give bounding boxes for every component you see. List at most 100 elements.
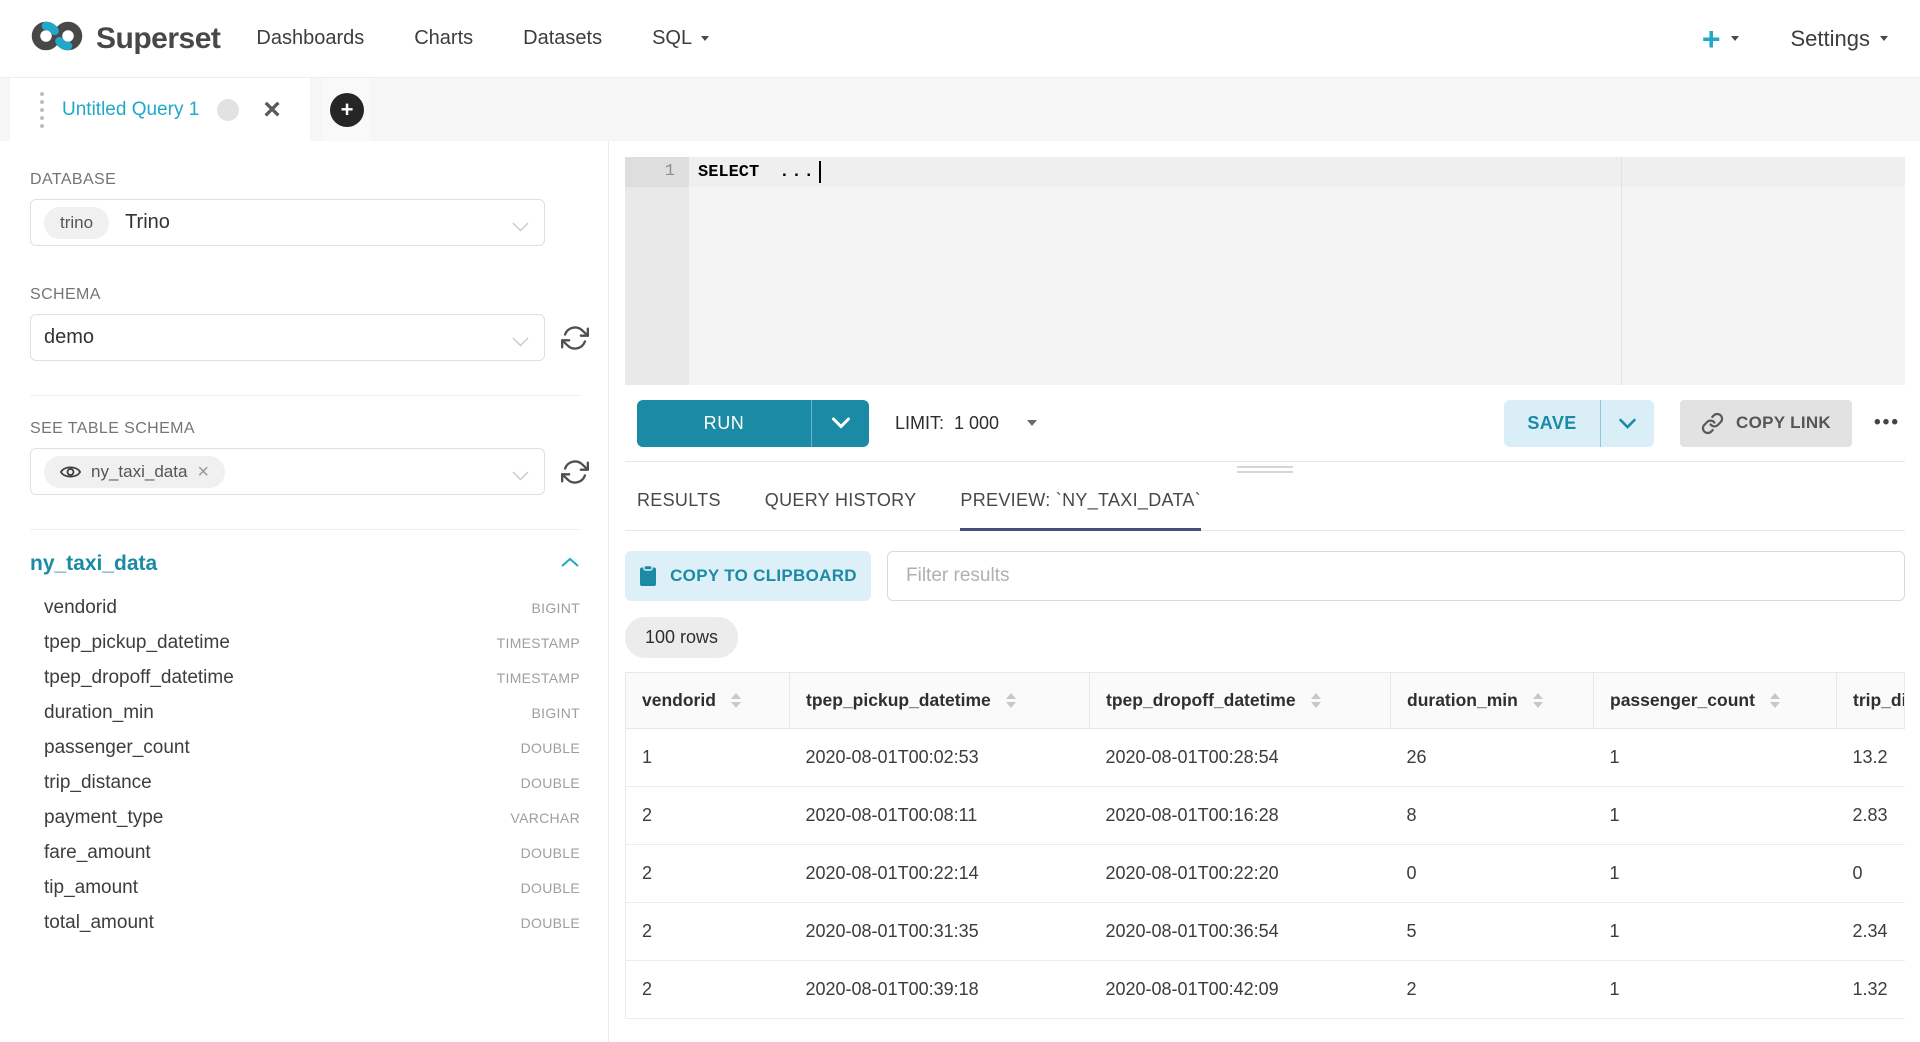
- table-select[interactable]: ny_taxi_data ×: [30, 448, 545, 495]
- column-type: DOUBLE: [521, 740, 580, 756]
- selected-table-pill: ny_taxi_data ×: [44, 456, 225, 488]
- nav-charts[interactable]: Charts: [414, 27, 473, 50]
- main-nav: Dashboards Charts Datasets SQL: [256, 27, 709, 50]
- save-button-group: SAVE: [1504, 400, 1654, 447]
- column-name: tpep_pickup_datetime: [44, 632, 230, 654]
- column-name: vendorid: [44, 597, 117, 619]
- cell: 2: [626, 845, 790, 903]
- divider: [30, 529, 580, 530]
- cell: 0: [1837, 845, 1905, 903]
- filter-results-input[interactable]: [887, 551, 1905, 601]
- schema-value: demo: [44, 326, 94, 349]
- new-item-menu[interactable]: +: [1702, 25, 1739, 53]
- cell: 2: [626, 787, 790, 845]
- sort-icon[interactable]: [1770, 693, 1780, 708]
- column-name: tip_amount: [44, 877, 138, 899]
- results-table-container[interactable]: vendorid tpep_pickup_datetime tpep_dropo…: [625, 672, 1905, 1019]
- run-button[interactable]: RUN: [637, 400, 811, 447]
- table-schema-label: SEE TABLE SCHEMA: [30, 420, 590, 438]
- table-row: 1 2020-08-01T00:02:53 2020-08-01T00:28:5…: [626, 729, 1905, 787]
- editor-code-area[interactable]: SELECT ...: [689, 157, 1905, 385]
- eye-icon: [60, 464, 81, 480]
- table-row: 2 2020-08-01T00:39:18 2020-08-01T00:42:0…: [626, 961, 1905, 1019]
- refresh-tables-button[interactable]: [561, 458, 589, 486]
- query-tab-title: Untitled Query 1: [62, 99, 199, 121]
- add-tab-tile: +: [323, 78, 371, 141]
- drag-handle-icon[interactable]: [40, 92, 44, 128]
- column-row: fare_amount DOUBLE: [30, 835, 580, 870]
- column-header-dropoff[interactable]: tpep_dropoff_datetime: [1090, 673, 1391, 729]
- table-header-row: vendorid tpep_pickup_datetime tpep_dropo…: [626, 673, 1905, 729]
- cell: 2.83: [1837, 787, 1905, 845]
- save-button[interactable]: SAVE: [1504, 400, 1600, 447]
- column-type: VARCHAR: [510, 810, 580, 826]
- cell: 2.34: [1837, 903, 1905, 961]
- sort-icon[interactable]: [731, 693, 741, 708]
- tab-preview-table[interactable]: PREVIEW: `NY_TAXI_DATA`: [960, 490, 1201, 531]
- more-options-button[interactable]: •••: [1870, 406, 1904, 440]
- sort-icon[interactable]: [1311, 693, 1321, 708]
- cell: 2: [626, 961, 790, 1019]
- remove-table-icon[interactable]: ×: [197, 465, 209, 479]
- column-row: total_amount DOUBLE: [30, 905, 580, 940]
- sql-editor-panel: 1 SELECT ... RUN LIMIT: 1 000: [609, 141, 1920, 1042]
- run-options-button[interactable]: [811, 400, 869, 447]
- limit-dropdown[interactable]: LIMIT: 1 000: [895, 413, 1037, 434]
- refresh-schemas-button[interactable]: [561, 324, 589, 352]
- cell: 1: [1594, 903, 1837, 961]
- sql-code-rest: ...: [779, 163, 816, 182]
- schema-label: SCHEMA: [30, 286, 590, 304]
- navbar-right: + Settings: [1702, 25, 1892, 53]
- schema-select[interactable]: demo: [30, 314, 545, 361]
- copy-link-button[interactable]: COPY LINK: [1680, 400, 1852, 447]
- add-tab-button[interactable]: +: [330, 93, 364, 127]
- database-name: Trino: [125, 211, 170, 234]
- save-options-button[interactable]: [1600, 400, 1654, 447]
- chevron-down-icon: [831, 417, 851, 429]
- table-row: 2 2020-08-01T00:08:11 2020-08-01T00:16:2…: [626, 787, 1905, 845]
- column-header-passengers[interactable]: passenger_count: [1594, 673, 1837, 729]
- cell: 2020-08-01T00:02:53: [790, 729, 1090, 787]
- column-type: DOUBLE: [521, 845, 580, 861]
- cell: 1: [1594, 729, 1837, 787]
- settings-label: Settings: [1791, 26, 1871, 52]
- results-table: vendorid tpep_pickup_datetime tpep_dropo…: [625, 672, 1905, 1019]
- settings-menu[interactable]: Settings: [1791, 26, 1889, 52]
- clipboard-icon: [639, 565, 657, 587]
- database-label: DATABASE: [30, 171, 590, 189]
- editor-gutter: 1: [625, 157, 689, 385]
- sql-code-editor[interactable]: 1 SELECT ...: [625, 157, 1905, 385]
- chevron-down-icon: [512, 334, 529, 352]
- tab-results[interactable]: RESULTS: [637, 490, 721, 531]
- cell: 2020-08-01T00:39:18: [790, 961, 1090, 1019]
- superset-logo[interactable]: Superset: [30, 19, 220, 58]
- plus-icon: +: [1702, 25, 1721, 53]
- column-type: DOUBLE: [521, 880, 580, 896]
- copy-to-clipboard-button[interactable]: COPY TO CLIPBOARD: [625, 551, 871, 601]
- results-actions: COPY TO CLIPBOARD: [625, 551, 1905, 601]
- tab-untitled-query[interactable]: Untitled Query 1 ×: [10, 78, 310, 141]
- close-icon[interactable]: ×: [263, 100, 281, 120]
- nav-dashboards[interactable]: Dashboards: [256, 27, 364, 50]
- query-tabbar: Untitled Query 1 × +: [0, 78, 1920, 141]
- table-row: 2 2020-08-01T00:22:14 2020-08-01T00:22:2…: [626, 845, 1905, 903]
- nav-datasets[interactable]: Datasets: [523, 27, 602, 50]
- link-icon: [1701, 412, 1724, 435]
- table-schema-title[interactable]: ny_taxi_data: [30, 552, 157, 576]
- code-line: SELECT ...: [689, 157, 1905, 187]
- database-select[interactable]: trino Trino: [30, 199, 545, 246]
- tab-query-history[interactable]: QUERY HISTORY: [765, 490, 917, 531]
- cell: 2020-08-01T00:22:14: [790, 845, 1090, 903]
- text-cursor: [819, 161, 821, 183]
- column-header-trip-distance[interactable]: trip_distance: [1837, 673, 1905, 729]
- collapse-icon[interactable]: [560, 555, 580, 573]
- cell: 2020-08-01T00:42:09: [1090, 961, 1391, 1019]
- nav-sql-menu[interactable]: SQL: [652, 27, 709, 50]
- sort-icon[interactable]: [1006, 693, 1016, 708]
- column-header-vendorid[interactable]: vendorid: [626, 673, 790, 729]
- column-header-pickup[interactable]: tpep_pickup_datetime: [790, 673, 1090, 729]
- column-header-duration[interactable]: duration_min: [1391, 673, 1594, 729]
- pane-resize-handle[interactable]: [625, 462, 1905, 476]
- sort-icon[interactable]: [1533, 693, 1543, 708]
- top-navbar: Superset Dashboards Charts Datasets SQL …: [0, 0, 1920, 78]
